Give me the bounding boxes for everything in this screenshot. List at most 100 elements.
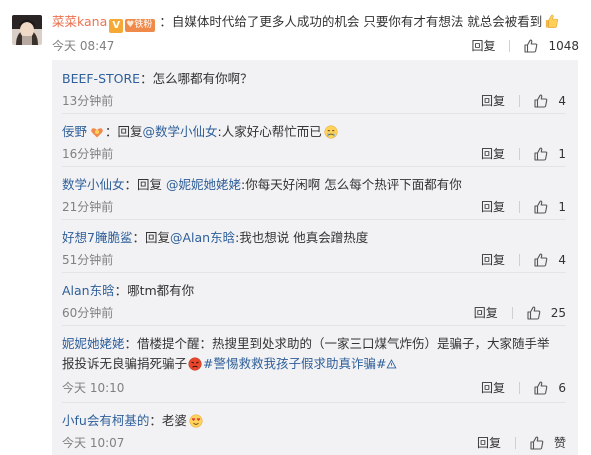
main-comment-text-line: 菜菜kana V ♥铁粉 ：自媒体时代给了更多人成功的机会 只要你有才有想法 就总会被… <box>52 13 559 33</box>
fan-badge-icon <box>91 128 103 138</box>
like-count: 1 <box>558 147 566 161</box>
reply-actions: 回复 6 <box>481 379 566 397</box>
like-icon[interactable] <box>534 94 548 108</box>
reply-mention[interactable]: @数学小仙女 <box>143 124 218 139</box>
comment-text: ：自媒体时代给了更多人成功的机会 只要你有才有想法 就总会被看到 <box>159 14 543 29</box>
reply-username[interactable]: 妮妮她姥姥 <box>62 336 125 351</box>
fan-badge-icon[interactable]: ♥铁粉 <box>125 19 156 32</box>
hashtag-link[interactable]: #警惕救救我孩子假求助真诈骗# <box>203 356 386 371</box>
like-icon[interactable] <box>524 39 538 53</box>
reply-username[interactable]: Alan东晗 <box>62 283 115 298</box>
reply-time: 今天 10:07 <box>62 436 125 450</box>
reply-button[interactable]: 回复 <box>481 145 505 163</box>
reply-text-line: 好想7腌脆鲨：回复@Alan东晗:我也想说 他真会蹭热度 <box>62 229 368 247</box>
like-icon[interactable] <box>534 147 548 161</box>
reply-text-line: 数学小仙女：回复 @妮妮她姥姥:你每天好闲啊 怎么每个热评下面都有你 <box>62 176 462 194</box>
reply-text-line: Alan东晗：哪tm都有你 <box>62 282 194 300</box>
like-icon[interactable] <box>534 381 548 395</box>
main-comment-meta: 今天 08:47 回复 1048 <box>52 37 579 55</box>
separator <box>514 437 516 449</box>
divider <box>62 219 566 220</box>
divider <box>62 272 566 273</box>
reply-meta: 16分钟前 回复 1 <box>62 145 566 163</box>
separator <box>519 201 520 213</box>
like-count: 1048 <box>548 39 579 53</box>
reply-prefix: ：回复 <box>124 177 163 192</box>
list-item: 妮妮她姥姥：借楼提个醒：热搜里到处求助的（一家三口煤气炸伤）是骗子，大家随手举 … <box>52 335 578 401</box>
reply-button[interactable]: 回复 <box>477 434 501 452</box>
like-icon[interactable] <box>530 436 544 450</box>
warning-icon <box>386 359 398 369</box>
crying-emoji <box>324 125 338 139</box>
reply-time: 51分钟前 <box>62 253 114 267</box>
list-item: 佞野 ：回复@数学小仙女:人家好心帮忙而已 16分钟前 回复 1 <box>52 123 578 167</box>
reply-text: :你每天好闲啊 怎么每个热评下面都有你 <box>241 177 462 192</box>
comment-actions: 回复 1048 <box>471 37 579 55</box>
like-icon[interactable] <box>534 253 548 267</box>
reply-button[interactable]: 回复 <box>481 251 505 269</box>
reply-actions: 回复 4 <box>481 251 566 269</box>
like-count: 1 <box>558 200 566 214</box>
reply-meta: 今天 10:07 回复 赞 <box>62 434 566 452</box>
reply-button[interactable]: 回复 <box>474 304 498 322</box>
separator <box>511 307 513 319</box>
reply-username[interactable]: 佞野 <box>62 124 87 139</box>
reply-text-line: 佞野 ：回复@数学小仙女:人家好心帮忙而已 <box>62 123 338 141</box>
like-count: 25 <box>550 306 566 320</box>
reply-text: ：老婆 <box>149 413 187 428</box>
reply-text: ：借楼提个醒：热搜里到处求助的（一家三口煤气炸伤）是骗子，大家随手举 <box>124 336 550 351</box>
reply-button[interactable]: 回复 <box>471 37 495 55</box>
list-item: BEEF-STORE：怎么哪都有你啊？ 13分钟前 回复 4 <box>52 70 578 114</box>
reply-text: :人家好心帮忙而已 <box>217 124 322 139</box>
separator <box>509 40 511 52</box>
reply-prefix: ：回复 <box>132 230 170 245</box>
reply-username[interactable]: 好想7腌脆鲨 <box>62 230 132 245</box>
reply-text-line-2: 报投诉无良骗捐死骗子 #警惕救救我孩子假求助真诈骗# <box>62 355 398 373</box>
like-icon[interactable] <box>527 306 541 320</box>
list-item: 数学小仙女：回复 @妮妮她姥姥:你每天好闲啊 怎么每个热评下面都有你 21分钟前… <box>52 176 578 220</box>
separator <box>519 254 520 266</box>
like-count: 赞 <box>553 436 566 450</box>
reply-mention[interactable]: @Alan东晗 <box>170 230 235 245</box>
reply-actions: 回复 赞 <box>477 434 566 452</box>
reply-username[interactable]: 小fu会有柯基的 <box>62 413 149 428</box>
divider <box>62 113 566 114</box>
divider <box>62 166 566 167</box>
reply-button[interactable]: 回复 <box>481 379 505 397</box>
reply-text-line: 小fu会有柯基的：老婆 <box>62 412 203 430</box>
comment-username[interactable]: 菜菜kana <box>52 14 107 29</box>
reply-text-line: BEEF-STORE：怎么哪都有你啊？ <box>62 70 253 88</box>
like-count: 6 <box>558 381 566 395</box>
main-comment: 菜菜kana V ♥铁粉 ：自媒体时代给了更多人成功的机会 只要你有才有想法 就总会被… <box>0 0 591 58</box>
reply-username[interactable]: 数学小仙女 <box>62 177 125 192</box>
reply-text-line: 妮妮她姥姥：借楼提个醒：热搜里到处求助的（一家三口煤气炸伤）是骗子，大家随手举 <box>62 335 550 353</box>
reply-list: BEEF-STORE：怎么哪都有你啊？ 13分钟前 回复 4 佞野 ：回复@数学小… <box>52 60 578 455</box>
reply-username[interactable]: BEEF-STORE <box>62 71 140 86</box>
reply-actions: 回复 4 <box>481 92 566 110</box>
reply-time: 16分钟前 <box>62 147 114 161</box>
verified-badge-icon: V <box>109 19 124 33</box>
list-item: 好想7腌脆鲨：回复@Alan东晗:我也想说 他真会蹭热度 51分钟前 回复 4 <box>52 229 578 273</box>
separator <box>519 148 520 160</box>
separator <box>519 382 520 394</box>
list-item: 小fu会有柯基的：老婆 今天 10:07 回复 赞 <box>52 412 578 455</box>
divider <box>62 325 566 326</box>
reply-actions: 回复 25 <box>474 304 566 322</box>
thumbs-up-emoji <box>546 14 559 28</box>
reply-time: 13分钟前 <box>62 94 114 108</box>
reply-meta: 13分钟前 回复 4 <box>62 92 566 110</box>
reply-meta: 今天 10:10 回复 6 <box>62 379 566 397</box>
like-count: 4 <box>558 94 566 108</box>
reply-mention[interactable]: @妮妮她姥姥 <box>166 177 241 192</box>
reply-text-continued: 报投诉无良骗捐死骗子 <box>62 356 188 371</box>
reply-actions: 回复 1 <box>481 198 566 216</box>
fan-badge-label: 铁粉 <box>134 20 153 30</box>
reply-button[interactable]: 回复 <box>481 92 505 110</box>
reply-button[interactable]: 回复 <box>481 198 505 216</box>
reply-prefix: ：回复 <box>105 124 143 139</box>
avatar[interactable] <box>12 15 42 45</box>
reply-text: ：怎么哪都有你啊？ <box>140 71 253 86</box>
like-icon[interactable] <box>534 200 548 214</box>
angry-emoji <box>188 357 202 371</box>
list-item: Alan东晗：哪tm都有你 60分钟前 回复 25 <box>52 282 578 326</box>
